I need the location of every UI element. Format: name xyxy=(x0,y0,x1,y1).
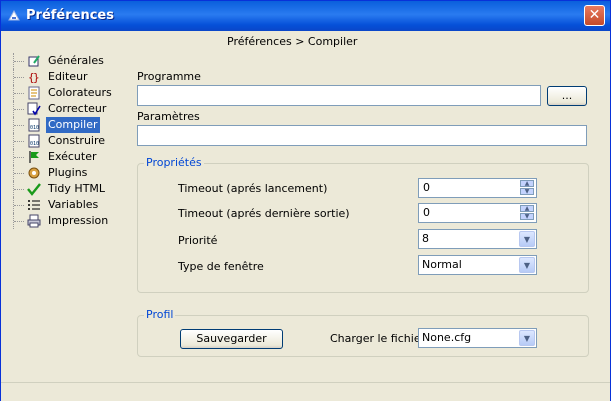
run-flag-icon xyxy=(29,151,39,163)
sidebar-item-label: Editeur xyxy=(48,70,88,83)
close-button[interactable]: ✕ xyxy=(584,5,605,26)
spin-arrows-icon[interactable]: ▲ ▼ xyxy=(520,205,534,221)
load-file-label: Charger le fichier xyxy=(330,332,426,345)
sidebar-item-label: Plugins xyxy=(48,166,88,179)
priorite-select[interactable]: 8 ▼ xyxy=(418,229,537,249)
proprietes-title: Propriétés xyxy=(144,156,204,169)
sidebar-item-label: Colorateurs xyxy=(48,86,112,99)
profil-title: Profil xyxy=(144,308,176,321)
build-icon: 010 xyxy=(28,134,40,148)
save-button[interactable]: Sauvegarder xyxy=(180,329,283,349)
sidebar-item-generales[interactable]: Générales xyxy=(9,53,113,69)
general-icon xyxy=(28,55,40,67)
editor-icon: {} xyxy=(28,71,40,84)
sidebar-tree: Générales {} Editeur Colorateurs Correct… xyxy=(9,53,113,229)
breadcrumb: Préférences > Compiler xyxy=(227,35,358,48)
timeout-launch-stepper[interactable]: 0 ▲ ▼ xyxy=(418,178,537,198)
sidebar-item-correcteur[interactable]: Correcteur xyxy=(9,101,113,117)
sidebar-item-label: Compiler xyxy=(46,117,100,133)
spellcheck-icon xyxy=(27,102,41,116)
spin-arrows-icon[interactable]: ▲ ▼ xyxy=(520,180,534,196)
window-type-select[interactable]: Normal ▼ xyxy=(418,255,537,275)
status-bar xyxy=(1,382,610,401)
timeout-launch-value: 0 xyxy=(423,181,430,194)
sidebar-item-construire[interactable]: 010 Construire xyxy=(9,133,113,149)
sidebar-item-label: Générales xyxy=(48,54,104,67)
preferences-window: Préférences ✕ Préférences > Compiler Gén… xyxy=(0,0,611,401)
chevron-down-icon[interactable]: ▼ xyxy=(519,330,535,346)
sidebar-item-impression[interactable]: Impression xyxy=(9,213,113,229)
sidebar-item-label: Construire xyxy=(48,134,106,147)
parametres-label: Paramètres xyxy=(137,110,200,123)
title-bar[interactable]: Préférences ✕ xyxy=(1,1,610,31)
load-file-select[interactable]: None.cfg ▼ xyxy=(418,328,537,348)
sidebar-item-executer[interactable]: Exécuter xyxy=(9,149,113,165)
chevron-down-icon[interactable]: ▼ xyxy=(519,257,535,273)
list-icon xyxy=(28,200,40,210)
window-type-label: Type de fenêtre xyxy=(178,260,264,273)
sidebar-item-label: Variables xyxy=(48,198,99,211)
sidebar-item-colorateurs[interactable]: Colorateurs xyxy=(9,85,113,101)
sidebar-item-compiler[interactable]: 010 Compiler xyxy=(9,117,113,133)
sidebar-item-label: Exécuter xyxy=(48,150,97,163)
profil-group: Profil Sauvegarder Charger le fichier No… xyxy=(137,308,589,357)
proprietes-group: Propriétés Timeout (aprés lancement) 0 ▲… xyxy=(137,156,589,293)
sidebar-item-label: Correcteur xyxy=(48,102,107,115)
priorite-value: 8 xyxy=(422,232,429,245)
sidebar-item-label: Impression xyxy=(48,214,109,227)
sidebar-item-variables[interactable]: Variables xyxy=(9,197,113,213)
timeout-output-value: 0 xyxy=(423,206,430,219)
app-icon xyxy=(8,9,20,21)
timeout-output-stepper[interactable]: 0 ▲ ▼ xyxy=(418,203,537,223)
sidebar-item-label: Tidy HTML xyxy=(48,182,106,195)
compiler-icon: 010 xyxy=(28,118,40,132)
timeout-launch-label: Timeout (aprés lancement) xyxy=(178,182,328,195)
svg-text:010: 010 xyxy=(30,125,39,131)
highlighter-icon xyxy=(28,86,40,100)
window-title: Préférences xyxy=(26,8,114,23)
svg-text:}: } xyxy=(33,71,40,84)
load-file-value: None.cfg xyxy=(422,331,472,344)
sidebar-item-plugins[interactable]: Plugins xyxy=(9,165,113,181)
window-type-value: Normal xyxy=(422,258,462,271)
settings-panel: Programme ... Paramètres Propriétés Time… xyxy=(115,53,610,379)
parametres-input[interactable] xyxy=(137,125,587,146)
programme-label: Programme xyxy=(137,70,201,83)
programme-input[interactable] xyxy=(137,85,541,106)
svg-text:010: 010 xyxy=(30,141,39,147)
browse-button[interactable]: ... xyxy=(547,86,587,106)
checkmark-icon xyxy=(27,183,41,196)
sidebar-item-editeur[interactable]: {} Editeur xyxy=(9,69,113,85)
priorite-label: Priorité xyxy=(178,234,218,247)
sidebar-item-tidy-html[interactable]: Tidy HTML xyxy=(9,181,113,197)
plugin-icon xyxy=(28,167,40,179)
timeout-output-label: Timeout (aprés dernière sortie) xyxy=(178,207,350,220)
chevron-down-icon[interactable]: ▼ xyxy=(519,231,535,247)
printer-icon xyxy=(27,214,41,228)
